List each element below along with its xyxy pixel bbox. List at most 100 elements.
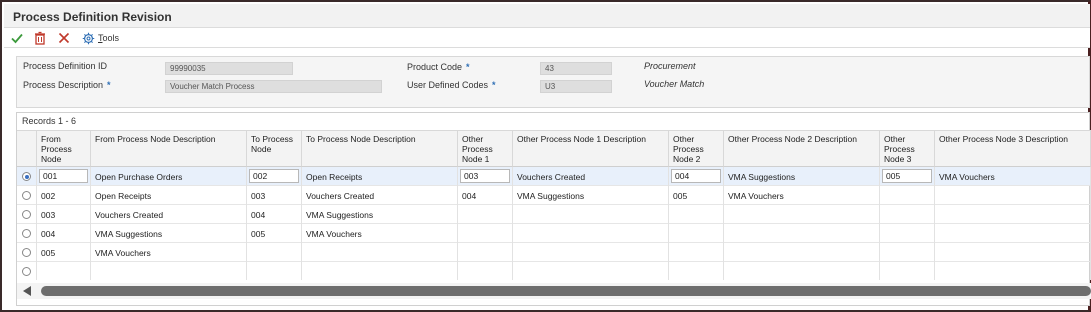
to-process-node-description-cell[interactable] bbox=[302, 262, 458, 280]
grid-cell-input[interactable]: 003 bbox=[460, 169, 510, 183]
other-process-node-3-description-cell[interactable]: VMA Vouchers bbox=[935, 167, 1091, 186]
process-definition-id-field[interactable]: 99990035 bbox=[165, 62, 293, 75]
to-process-node-cell[interactable]: 003 bbox=[247, 186, 302, 205]
other-process-node-2-cell[interactable] bbox=[669, 243, 724, 262]
other-process-node-3-cell[interactable] bbox=[880, 262, 935, 280]
to-process-node-cell[interactable]: 004 bbox=[247, 205, 302, 224]
other-process-node-3-description-cell[interactable] bbox=[935, 186, 1091, 205]
other-process-node-2-description-cell[interactable] bbox=[724, 262, 880, 280]
to-process-node-description-cell[interactable]: VMA Suggestions bbox=[302, 205, 458, 224]
col-header-other-process-node-1[interactable]: Other Process Node 1 bbox=[458, 130, 513, 167]
from-process-node-description-cell[interactable]: Vouchers Created bbox=[91, 205, 247, 224]
other-process-node-1-description-cell[interactable] bbox=[513, 205, 669, 224]
other-process-node-3-cell[interactable] bbox=[880, 243, 935, 262]
other-process-node-2-description-cell[interactable] bbox=[724, 224, 880, 243]
from-process-node-cell[interactable]: 001 bbox=[37, 167, 91, 186]
scroll-left-arrow-icon[interactable] bbox=[23, 286, 31, 296]
from-process-node-description-cell[interactable]: Open Purchase Orders bbox=[91, 167, 247, 186]
from-process-node-cell[interactable] bbox=[37, 262, 91, 280]
col-header-to-process-node[interactable]: To Process Node bbox=[247, 130, 302, 167]
other-process-node-1-cell[interactable] bbox=[458, 224, 513, 243]
other-process-node-3-description-cell[interactable] bbox=[935, 205, 1091, 224]
table-row[interactable] bbox=[17, 262, 1091, 280]
row-radio-button[interactable] bbox=[22, 229, 31, 238]
cancel-button[interactable] bbox=[57, 30, 71, 46]
other-process-node-1-cell[interactable]: 004 bbox=[458, 186, 513, 205]
other-process-node-2-description-cell[interactable]: VMA Vouchers bbox=[724, 186, 880, 205]
grid-cell-input[interactable]: 005 bbox=[882, 169, 932, 183]
col-header-from-process-node-description[interactable]: From Process Node Description bbox=[91, 130, 247, 167]
from-process-node-cell[interactable]: 005 bbox=[37, 243, 91, 262]
ok-button[interactable] bbox=[10, 30, 24, 46]
other-process-node-2-cell[interactable] bbox=[669, 262, 724, 280]
to-process-node-description-cell[interactable]: Vouchers Created bbox=[302, 186, 458, 205]
user-defined-codes-field[interactable]: U3 bbox=[540, 80, 612, 93]
to-process-node-cell[interactable] bbox=[247, 262, 302, 280]
other-process-node-1-cell[interactable] bbox=[458, 262, 513, 280]
other-process-node-1-description-cell[interactable] bbox=[513, 262, 669, 280]
col-header-other-process-node-3-description[interactable]: Other Process Node 3 Description bbox=[935, 130, 1091, 167]
to-process-node-description-cell[interactable]: Open Receipts bbox=[302, 167, 458, 186]
table-row[interactable]: 002 Open Receipts 003 Vouchers Created 004 VM… bbox=[17, 186, 1091, 205]
other-process-node-1-description-cell[interactable] bbox=[513, 243, 669, 262]
to-process-node-description-cell[interactable] bbox=[302, 243, 458, 262]
grid-cell-input[interactable]: 004 bbox=[671, 169, 721, 183]
required-marker: * bbox=[492, 80, 496, 90]
from-process-node-description-cell[interactable] bbox=[91, 262, 247, 280]
col-header-to-process-node-description[interactable]: To Process Node Description bbox=[302, 130, 458, 167]
other-process-node-2-cell[interactable]: 004 bbox=[669, 167, 724, 186]
other-process-node-3-cell[interactable] bbox=[880, 224, 935, 243]
to-process-node-cell[interactable] bbox=[247, 243, 302, 262]
table-row[interactable]: 003 Vouchers Created 004 VMA Suggestions bbox=[17, 205, 1091, 224]
from-process-node-cell[interactable]: 004 bbox=[37, 224, 91, 243]
delete-button[interactable] bbox=[33, 30, 47, 46]
col-header-from-process-node[interactable]: From Process Node bbox=[37, 130, 91, 167]
other-process-node-1-cell[interactable]: 003 bbox=[458, 167, 513, 186]
from-process-node-description-cell[interactable]: VMA Suggestions bbox=[91, 224, 247, 243]
to-process-node-cell[interactable]: 005 bbox=[247, 224, 302, 243]
other-process-node-2-description-cell[interactable] bbox=[724, 243, 880, 262]
other-process-node-1-description-cell[interactable]: Vouchers Created bbox=[513, 167, 669, 186]
other-process-node-2-cell[interactable]: 005 bbox=[669, 186, 724, 205]
col-header-other-process-node-3[interactable]: Other Process Node 3 bbox=[880, 130, 935, 167]
other-process-node-2-cell[interactable] bbox=[669, 205, 724, 224]
process-description-field[interactable]: Voucher Match Process bbox=[165, 80, 382, 93]
from-process-node-description-cell[interactable]: Open Receipts bbox=[91, 186, 247, 205]
col-header-other-process-node-2-description[interactable]: Other Process Node 2 Description bbox=[724, 130, 880, 167]
other-process-node-2-cell[interactable] bbox=[669, 224, 724, 243]
other-process-node-3-cell[interactable]: 005 bbox=[880, 167, 935, 186]
page-title: Process Definition Revision bbox=[13, 10, 172, 24]
row-radio-button[interactable] bbox=[22, 172, 31, 181]
col-header-other-process-node-2[interactable]: Other Process Node 2 bbox=[669, 130, 724, 167]
to-process-node-cell[interactable]: 002 bbox=[247, 167, 302, 186]
table-row[interactable]: 004 VMA Suggestions 005 VMA Vouchers bbox=[17, 224, 1091, 243]
row-radio-button[interactable] bbox=[22, 248, 31, 257]
grid-cell-input[interactable]: 001 bbox=[39, 169, 88, 183]
product-code-field[interactable]: 43 bbox=[540, 62, 612, 75]
from-process-node-cell[interactable]: 003 bbox=[37, 205, 91, 224]
other-process-node-3-description-cell[interactable] bbox=[935, 243, 1091, 262]
row-radio-button[interactable] bbox=[22, 191, 31, 200]
other-process-node-3-description-cell[interactable] bbox=[935, 262, 1091, 280]
other-process-node-1-description-cell[interactable]: VMA Suggestions bbox=[513, 186, 669, 205]
row-radio-button[interactable] bbox=[22, 267, 31, 276]
to-process-node-description-cell[interactable]: VMA Vouchers bbox=[302, 224, 458, 243]
from-process-node-description-cell[interactable]: VMA Vouchers bbox=[91, 243, 247, 262]
other-process-node-2-description-cell[interactable] bbox=[724, 205, 880, 224]
other-process-node-1-description-cell[interactable] bbox=[513, 224, 669, 243]
other-process-node-1-cell[interactable] bbox=[458, 205, 513, 224]
other-process-node-3-cell[interactable] bbox=[880, 205, 935, 224]
scrollbar-thumb[interactable] bbox=[41, 286, 1091, 296]
grid-cell-input[interactable]: 002 bbox=[249, 169, 299, 183]
other-process-node-1-cell[interactable] bbox=[458, 243, 513, 262]
col-header-other-process-node-1-description[interactable]: Other Process Node 1 Description bbox=[513, 130, 669, 167]
tools-button[interactable]: Tools bbox=[82, 30, 119, 46]
other-process-node-3-description-cell[interactable] bbox=[935, 224, 1091, 243]
table-row[interactable]: 001 Open Purchase Orders 002 Open Receipts 0… bbox=[17, 167, 1091, 186]
row-radio-button[interactable] bbox=[22, 210, 31, 219]
table-row[interactable]: 005 VMA Vouchers bbox=[17, 243, 1091, 262]
other-process-node-3-cell[interactable] bbox=[880, 186, 935, 205]
horizontal-scrollbar[interactable] bbox=[17, 283, 1091, 299]
other-process-node-2-description-cell[interactable]: VMA Suggestions bbox=[724, 167, 880, 186]
from-process-node-cell[interactable]: 002 bbox=[37, 186, 91, 205]
